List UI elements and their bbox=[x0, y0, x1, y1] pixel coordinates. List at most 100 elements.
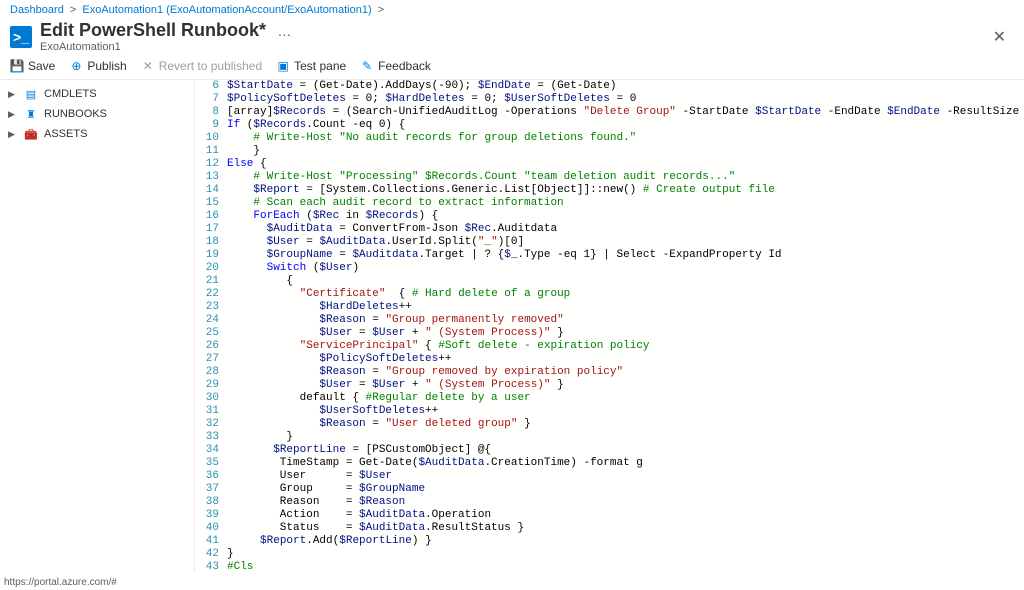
feedback-button[interactable]: ✎ Feedback bbox=[360, 59, 431, 73]
code-line[interactable]: $ReportLine = [PSCustomObject] @{ bbox=[227, 444, 1024, 457]
code-line[interactable]: User = $User bbox=[227, 470, 1024, 483]
testpane-label: Test pane bbox=[294, 59, 346, 73]
code-line[interactable]: $UserSoftDeletes++ bbox=[227, 405, 1024, 418]
code-line[interactable]: If ($Records.Count -eq 0) { bbox=[227, 119, 1024, 132]
assets-icon: 🧰 bbox=[24, 127, 38, 141]
code-line[interactable]: Reason = $Reason bbox=[227, 496, 1024, 509]
publish-button[interactable]: ⊕ Publish bbox=[69, 59, 126, 73]
cmdlets-icon: ▤ bbox=[24, 87, 38, 101]
line-gutter: 6789101112131415161718192021222324252627… bbox=[195, 80, 227, 572]
breadcrumb: Dashboard > ExoAutomation1 (ExoAutomatio… bbox=[0, 0, 1024, 18]
line-number: 34 bbox=[195, 444, 219, 457]
save-icon: 💾 bbox=[10, 59, 24, 73]
save-label: Save bbox=[28, 59, 55, 73]
code-line[interactable]: } bbox=[227, 431, 1024, 444]
code-line[interactable]: $Report = [System.Collections.Generic.Li… bbox=[227, 184, 1024, 197]
line-number: 15 bbox=[195, 197, 219, 210]
code-line[interactable]: $User = $User + " (System Process)" } bbox=[227, 379, 1024, 392]
line-number: 13 bbox=[195, 171, 219, 184]
line-number: 37 bbox=[195, 483, 219, 496]
save-button[interactable]: 💾 Save bbox=[10, 59, 55, 73]
sidebar-item-assets[interactable]: ▶ 🧰 ASSETS bbox=[0, 124, 194, 144]
code-line[interactable]: $Reason = "User deleted group" } bbox=[227, 418, 1024, 431]
chevron-right-icon: ▶ bbox=[8, 129, 18, 140]
chevron-right-icon: ▶ bbox=[8, 109, 18, 120]
line-number: 33 bbox=[195, 431, 219, 444]
code-line[interactable]: "ServicePrincipal" { #Soft delete - expi… bbox=[227, 340, 1024, 353]
code-line[interactable]: } bbox=[227, 145, 1024, 158]
page-title: Edit PowerShell Runbook* bbox=[40, 20, 266, 41]
code-line[interactable]: } bbox=[227, 548, 1024, 561]
code-line[interactable]: # Scan each audit record to extract info… bbox=[227, 197, 1024, 210]
code-line[interactable]: default { #Regular delete by a user bbox=[227, 392, 1024, 405]
line-number: 24 bbox=[195, 314, 219, 327]
breadcrumb-sep: > bbox=[70, 4, 76, 16]
line-number: 25 bbox=[195, 327, 219, 340]
line-number: 20 bbox=[195, 262, 219, 275]
status-bar-url: https://portal.azure.com/# bbox=[4, 577, 117, 588]
code-line[interactable]: "Certificate" { # Hard delete of a group bbox=[227, 288, 1024, 301]
code-line[interactable]: Switch ($User) bbox=[227, 262, 1024, 275]
line-number: 9 bbox=[195, 119, 219, 132]
code-line[interactable]: [array]$Records = (Search-UnifiedAuditLo… bbox=[227, 106, 1024, 119]
close-icon[interactable]: ✕ bbox=[985, 23, 1014, 51]
code-line[interactable]: { bbox=[227, 275, 1024, 288]
revert-icon: ✕ bbox=[141, 59, 155, 73]
code-line[interactable]: TimeStamp = Get-Date($AuditData.Creation… bbox=[227, 457, 1024, 470]
feedback-icon: ✎ bbox=[360, 59, 374, 73]
code-line[interactable]: $Reason = "Group permanently removed" bbox=[227, 314, 1024, 327]
more-icon[interactable]: … bbox=[277, 23, 291, 39]
code-line[interactable]: $PolicySoftDeletes = 0; $HardDeletes = 0… bbox=[227, 93, 1024, 106]
line-number: 31 bbox=[195, 405, 219, 418]
code-line[interactable]: $AuditData = ConvertFrom-Json $Rec.Audit… bbox=[227, 223, 1024, 236]
line-number: 39 bbox=[195, 509, 219, 522]
code-line[interactable]: # Write-Host "No audit records for group… bbox=[227, 132, 1024, 145]
toolbar: 💾 Save ⊕ Publish ✕ Revert to published ▣… bbox=[0, 53, 1024, 80]
code-line[interactable]: Group = $GroupName bbox=[227, 483, 1024, 496]
code-line[interactable]: $HardDeletes++ bbox=[227, 301, 1024, 314]
sidebar-item-label: RUNBOOKS bbox=[44, 108, 107, 120]
page-subtitle: ExoAutomation1 bbox=[40, 41, 985, 53]
line-number: 36 bbox=[195, 470, 219, 483]
code-line[interactable]: Else { bbox=[227, 158, 1024, 171]
code-line[interactable]: $PolicySoftDeletes++ bbox=[227, 353, 1024, 366]
testpane-button[interactable]: ▣ Test pane bbox=[276, 59, 346, 73]
code-lines[interactable]: $StartDate = (Get-Date).AddDays(-90); $E… bbox=[227, 80, 1024, 572]
line-number: 42 bbox=[195, 548, 219, 561]
line-number: 23 bbox=[195, 301, 219, 314]
code-line[interactable]: $GroupName = $Auditdata.Target | ? {$_.T… bbox=[227, 249, 1024, 262]
title-block: Edit PowerShell Runbook* … ExoAutomation… bbox=[40, 20, 985, 53]
code-line[interactable]: Action = $AuditData.Operation bbox=[227, 509, 1024, 522]
line-number: 21 bbox=[195, 275, 219, 288]
feedback-label: Feedback bbox=[378, 59, 431, 73]
code-line[interactable]: # Write-Host "Processing" $Records.Count… bbox=[227, 171, 1024, 184]
sidebar-item-runbooks[interactable]: ▶ ♜ RUNBOOKS bbox=[0, 104, 194, 124]
code-line[interactable]: $User = $User + " (System Process)" } bbox=[227, 327, 1024, 340]
line-number: 28 bbox=[195, 366, 219, 379]
breadcrumb-automation[interactable]: ExoAutomation1 (ExoAutomationAccount/Exo… bbox=[82, 4, 371, 16]
line-number: 18 bbox=[195, 236, 219, 249]
sidebar-item-label: ASSETS bbox=[44, 128, 87, 140]
line-number: 6 bbox=[195, 80, 219, 93]
sidebar-item-cmdlets[interactable]: ▶ ▤ CMDLETS bbox=[0, 84, 194, 104]
testpane-icon: ▣ bbox=[276, 59, 290, 73]
revert-button[interactable]: ✕ Revert to published bbox=[141, 59, 262, 73]
code-line[interactable]: $StartDate = (Get-Date).AddDays(-90); $E… bbox=[227, 80, 1024, 93]
code-line[interactable]: $User = $AuditData.UserId.Split("_")[0] bbox=[227, 236, 1024, 249]
line-number: 14 bbox=[195, 184, 219, 197]
code-line[interactable]: Status = $AuditData.ResultStatus } bbox=[227, 522, 1024, 535]
revert-label: Revert to published bbox=[159, 59, 262, 73]
powershell-icon: >_ bbox=[10, 26, 32, 48]
code-line[interactable]: ForEach ($Rec in $Records) { bbox=[227, 210, 1024, 223]
line-number: 30 bbox=[195, 392, 219, 405]
chevron-right-icon: ▶ bbox=[8, 89, 18, 100]
line-number: 38 bbox=[195, 496, 219, 509]
code-editor[interactable]: 6789101112131415161718192021222324252627… bbox=[195, 80, 1024, 572]
breadcrumb-dashboard[interactable]: Dashboard bbox=[10, 4, 64, 16]
line-number: 32 bbox=[195, 418, 219, 431]
code-line[interactable]: $Reason = "Group removed by expiration p… bbox=[227, 366, 1024, 379]
line-number: 17 bbox=[195, 223, 219, 236]
code-line[interactable]: $Report.Add($ReportLine) } bbox=[227, 535, 1024, 548]
line-number: 10 bbox=[195, 132, 219, 145]
code-line[interactable]: #Cls bbox=[227, 561, 1024, 572]
